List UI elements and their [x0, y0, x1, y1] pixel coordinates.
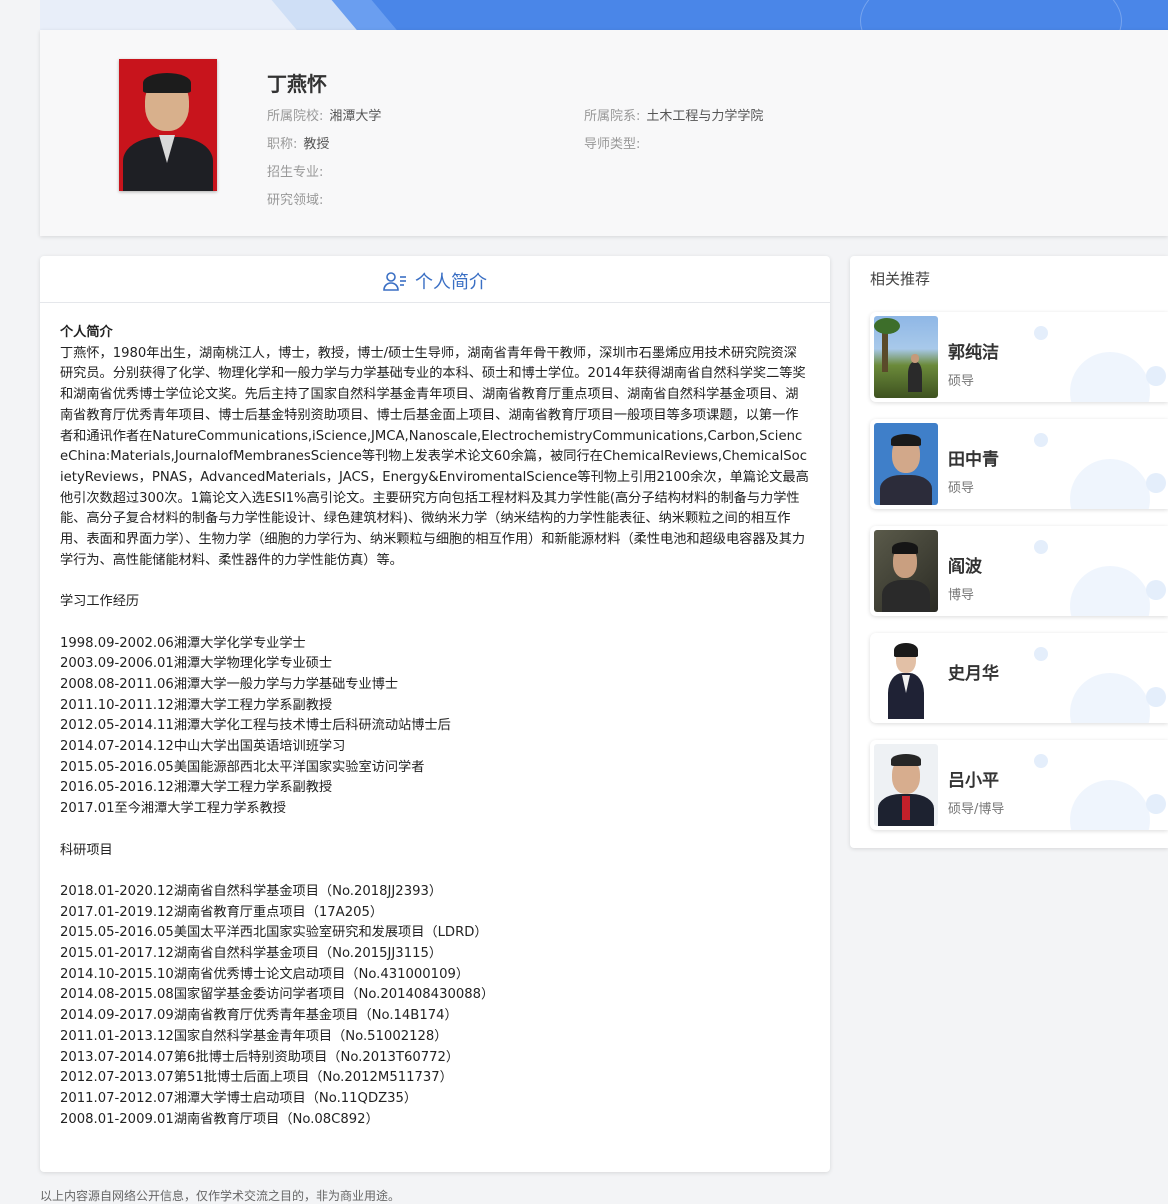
project-item: 2012.07-2013.07第51批博士后面上项目（No.2012M51173… — [60, 1070, 453, 1086]
intro-subheading: 个人简介 — [60, 325, 113, 340]
project-item: 2011.01-2013.12国家自然科学基金青年项目（No.51002128） — [60, 1028, 448, 1044]
recommend-title: 相关推荐 — [870, 270, 931, 288]
dept-value: 土木工程与力学学院 — [646, 109, 764, 124]
recommend-name: 史月华 — [948, 664, 999, 684]
project-item: 2014.09-2017.09湖南省教育厅优秀青年基金项目（No.14B174） — [60, 1008, 458, 1024]
experience-item: 2003.09-2006.01湘潭大学物理化学专业硕士 — [60, 656, 333, 672]
recommend-type: 博导 — [948, 588, 975, 603]
experience-item: 2012.05-2014.11湘潭大学化工程与技术博士后科研流动站博士后 — [60, 718, 451, 734]
recommend-item[interactable]: 郭纯洁 硕导 — [870, 312, 1168, 402]
recommend-photo — [874, 637, 938, 719]
recommend-name: 吕小平 — [948, 771, 999, 791]
recommend-photo — [874, 744, 938, 826]
experience-item: 2008.08-2011.06湘潭大学一般力学与力学基础专业博士 — [60, 676, 399, 692]
experience-title: 学习工作经历 — [60, 594, 140, 610]
school-value: 湘潭大学 — [329, 109, 382, 124]
experience-item: 2014.07-2014.12中山大学出国英语培训班学习 — [60, 739, 346, 755]
title-label: 职称: — [267, 137, 298, 152]
experience-list: 1998.09-2002.06湘潭大学化学专业学士 2003.09-2006.0… — [60, 634, 810, 820]
experience-item: 2011.10-2011.12湘潭大学工程力学系副教授 — [60, 697, 333, 713]
project-item: 2008.01-2009.01湖南省教育厅项目（No.08C892） — [60, 1111, 379, 1127]
projects-list: 2018.01-2020.12湖南省自然科学基金项目（No.2018JJ2393… — [60, 882, 810, 1130]
recommend-type: 硕导 — [948, 374, 975, 389]
experience-item: 2015.05-2016.05美国能源部西北太平洋国家实验室访问学者 — [60, 759, 425, 775]
project-item: 2015.05-2016.05美国太平洋西北国家实验室研究和发展项目（LDRD） — [60, 925, 488, 941]
recommend-photo — [874, 530, 938, 612]
recommend-name: 阎波 — [948, 557, 982, 577]
field-label: 研究领域: — [267, 193, 324, 208]
experience-item: 1998.09-2002.06湘潭大学化学专业学士 — [60, 635, 306, 651]
intro-paragraph: 丁燕怀，1980年出生，湖南桃江人，博士，教授，博士/硕士生导师，湖南省青年骨干… — [60, 345, 809, 568]
intro-header-title: 个人简介 — [383, 268, 487, 294]
recommend-item[interactable]: 吕小平 硕导/博导 — [870, 740, 1168, 830]
intro-card: 个人简介 个人简介 丁燕怀，1980年出生，湖南桃江人，博士，教授，博士/硕士生… — [40, 256, 830, 1172]
recommend-photo — [874, 316, 938, 398]
profile-major: 招生专业: — [267, 161, 329, 180]
project-item: 2014.10-2015.10湖南省优秀博士论文启动项目（No.43100010… — [60, 966, 470, 982]
project-item: 2017.01-2019.12湖南省教育厅重点项目（17A205） — [60, 904, 384, 920]
tutor-type-label: 导师类型: — [584, 137, 641, 152]
recommend-type: 硕导/博导 — [948, 802, 1005, 817]
recommend-item[interactable]: 田中青 硕导 — [870, 419, 1168, 509]
profile-field: 研究领域: — [267, 189, 329, 208]
projects-title: 科研项目 — [60, 842, 113, 858]
recommend-photo — [874, 423, 938, 505]
project-item: 2014.08-2015.08国家留学基金委访问学者项目（No.20140843… — [60, 987, 495, 1003]
recommend-item[interactable]: 阎波 博导 — [870, 526, 1168, 616]
recommend-name: 郭纯洁 — [948, 343, 999, 363]
recommend-panel: 相关推荐 郭纯洁 硕导 田中青 硕导 阎波 博导 史月华 吕小平 硕导/博导 — [850, 256, 1168, 848]
profile-tutor-type: 导师类型: — [584, 133, 646, 152]
experience-item: 2017.01至今湘潭大学工程力学系教授 — [60, 801, 286, 817]
profile-name: 丁燕怀 — [267, 72, 327, 96]
intro-header-label: 个人简介 — [415, 272, 487, 293]
banner-arc-decoration — [860, 0, 1122, 30]
profile-dept: 所属院系: 土木工程与力学学院 — [584, 105, 763, 124]
intro-header: 个人简介 — [40, 256, 830, 303]
dept-label: 所属院系: — [584, 109, 641, 124]
profile-photo — [119, 59, 217, 191]
project-item: 2011.07-2012.07湘潭大学博士启动项目（No.11QDZ35） — [60, 1090, 418, 1106]
recommend-type: 硕导 — [948, 481, 975, 496]
profile-card: 丁燕怀 所属院校: 湘潭大学 所属院系: 土木工程与力学学院 职称: 教授 导师类型:… — [40, 30, 1168, 236]
school-label: 所属院校: — [267, 109, 324, 124]
top-banner — [40, 0, 1168, 30]
user-list-icon — [383, 272, 406, 291]
profile-title: 职称: 教授 — [267, 133, 329, 152]
intro-body: 个人简介 丁燕怀，1980年出生，湖南桃江人，博士，教授，博士/硕士生导师，湖南… — [40, 303, 830, 1130]
footer-disclaimer: 以上内容源自网络公开信息，仅作学术交流之目的，非为商业用途。 — [40, 1189, 401, 1203]
project-item: 2018.01-2020.12湖南省自然科学基金项目（No.2018JJ2393… — [60, 883, 443, 899]
project-item: 2015.01-2017.12湖南省自然科学基金项目（No.2015JJ3115… — [60, 946, 443, 962]
title-value: 教授 — [303, 137, 330, 152]
recommend-name: 田中青 — [948, 450, 999, 470]
major-label: 招生专业: — [267, 165, 324, 180]
recommend-item[interactable]: 史月华 — [870, 633, 1168, 723]
experience-item: 2016.05-2016.12湘潭大学工程力学系副教授 — [60, 780, 333, 796]
profile-school: 所属院校: 湘潭大学 — [267, 105, 381, 124]
project-item: 2013.07-2014.07第6批博士后特别资助项目（No.2013T6077… — [60, 1049, 460, 1065]
